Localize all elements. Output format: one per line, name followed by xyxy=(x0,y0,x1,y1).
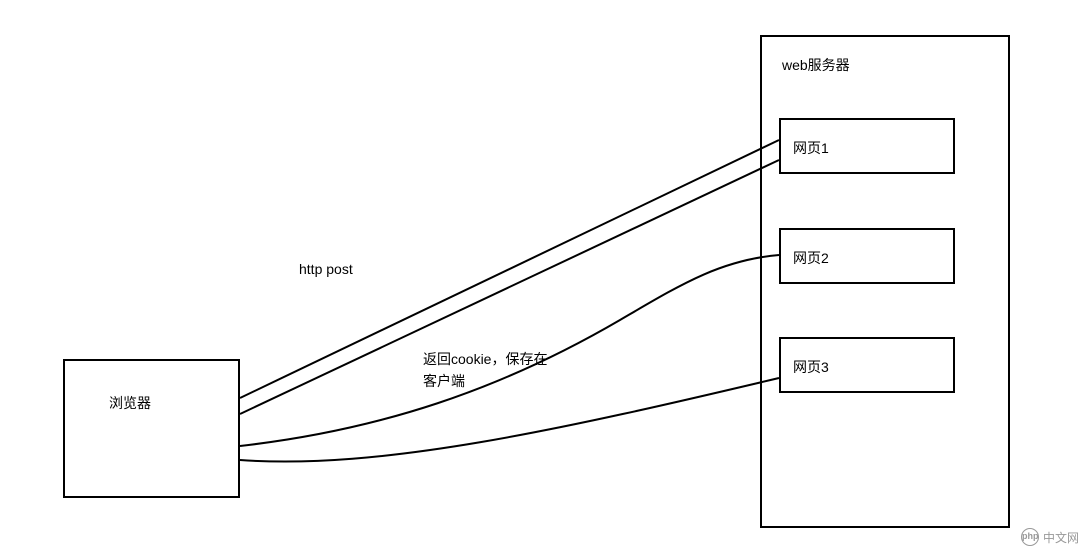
watermark: php 中文网 xyxy=(1021,528,1079,546)
http-post-annotation: http post xyxy=(299,261,353,277)
watermark-text: 中文网 xyxy=(1043,529,1079,546)
browser-label: 浏览器 xyxy=(109,393,151,413)
server-label: web服务器 xyxy=(782,55,850,75)
page-3-box: 网页3 xyxy=(779,337,955,393)
page-2-label: 网页2 xyxy=(793,248,829,268)
cookie-annotation-line2: 客户端 xyxy=(423,370,547,392)
browser-box: 浏览器 xyxy=(63,359,240,498)
page-2-box: 网页2 xyxy=(779,228,955,284)
cookie-annotation-line1: 返回cookie，保存在 xyxy=(423,348,547,370)
page-1-label: 网页1 xyxy=(793,138,829,158)
php-logo-icon: php xyxy=(1021,528,1039,546)
page-3-label: 网页3 xyxy=(793,357,829,377)
cookie-annotation: 返回cookie，保存在 客户端 xyxy=(423,348,547,393)
page-1-box: 网页1 xyxy=(779,118,955,174)
